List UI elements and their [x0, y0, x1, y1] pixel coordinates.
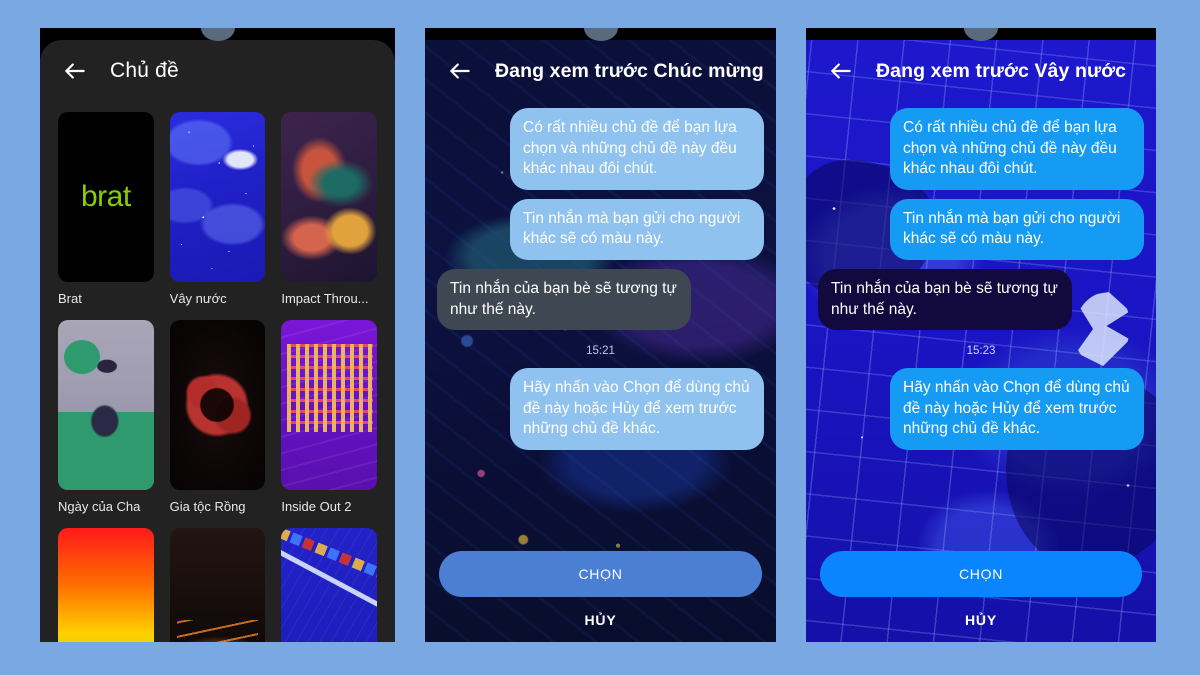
celebrate-chat-header: Đang xem trước Chúc mừng	[425, 40, 776, 102]
theme-cell-gradient[interactable]	[58, 528, 154, 642]
theme-picker-header: Chủ đề	[40, 40, 395, 102]
theme-cell-flags[interactable]	[281, 528, 377, 642]
water-message-list: Có rất nhiều chủ đề để bạn lựa chọn và n…	[806, 102, 1156, 451]
theme-label: Ngày của Cha	[58, 499, 141, 514]
theme-thumbnail-impact[interactable]	[281, 112, 377, 282]
theme-cell-inside-out-2[interactable]: Inside Out 2	[281, 320, 377, 514]
theme-cell-ngay-cua-cha[interactable]: Ngày của Cha	[58, 320, 154, 514]
theme-label: Gia tộc Rồng	[169, 499, 246, 514]
preview-title: Đang xem trước Vây nước	[876, 59, 1127, 82]
theme-thumbnail-gradient[interactable]	[58, 528, 154, 642]
theme-grid: brat Brat Vây nước Impact Throu... Ngày …	[40, 102, 395, 642]
brat-wordmark: brat	[80, 180, 131, 213]
status-bar	[425, 28, 776, 41]
message-bubble-incoming: Tin nhắn của bạn bè sẽ tương tự như thế …	[437, 269, 691, 331]
preview-title: Đang xem trước Chúc mừng	[495, 59, 764, 82]
message-bubble-outgoing: Tin nhắn mà bạn gửi cho người khác sẽ có…	[890, 198, 1144, 261]
theme-thumbnail-vay-nuoc[interactable]	[169, 112, 266, 282]
theme-thumbnail-ngay-cua-cha[interactable]	[58, 320, 154, 490]
theme-picker-screen: Chủ đề brat Brat Vây nước Impact Throu..…	[40, 40, 395, 642]
message-bubble-outgoing: Có rất nhiều chủ đề để bạn lựa chọn và n…	[890, 108, 1144, 190]
theme-label: Vây nước	[169, 291, 227, 306]
theme-cell-dark-tech[interactable]	[169, 528, 266, 642]
dragon-sigil-icon	[173, 361, 262, 449]
message-bubble-incoming: Tin nhắn của bạn bè sẽ tương tự như thế …	[818, 269, 1072, 331]
theme-thumbnail-dark-tech[interactable]	[169, 528, 266, 642]
message-bubble-outgoing: Hãy nhấn vào Chọn để dùng chủ đề này hoặ…	[890, 368, 1144, 451]
theme-label: Impact Throu...	[281, 291, 369, 306]
message-bubble-outgoing: Tin nhắn mà bạn gửi cho người khác sẽ có…	[510, 198, 764, 261]
water-action-bar: CHỌN HỦY	[806, 551, 1156, 632]
theme-cell-brat[interactable]: brat Brat	[58, 112, 154, 306]
theme-label: Brat	[58, 291, 82, 306]
theme-thumbnail-brat[interactable]: brat	[58, 112, 154, 282]
message-bubble-outgoing: Hãy nhấn vào Chọn để dùng chủ đề này hoặ…	[510, 368, 764, 451]
water-chat-header: Đang xem trước Vây nước	[806, 40, 1156, 102]
theme-picker-phone: Chủ đề brat Brat Vây nước Impact Throu..…	[40, 28, 395, 642]
back-arrow-icon[interactable]	[447, 58, 473, 84]
message-bubble-outgoing: Có rất nhiều chủ đề để bạn lựa chọn và n…	[510, 108, 764, 190]
message-timestamp: 15:23	[966, 345, 996, 358]
celebrate-preview-phone: Đang xem trước Chúc mừng Có rất nhiều ch…	[425, 28, 776, 642]
theme-cell-vay-nuoc[interactable]: Vây nước	[169, 112, 266, 306]
choose-theme-button[interactable]: CHỌN	[439, 551, 762, 597]
message-timestamp: 15:21	[586, 345, 615, 358]
celebrate-chat-screen: Đang xem trước Chúc mừng Có rất nhiều ch…	[425, 40, 776, 642]
father-illustration	[79, 354, 135, 477]
water-chat-screen: Đang xem trước Vây nước Có rất nhiều chủ…	[806, 40, 1156, 642]
celebrate-message-list: Có rất nhiều chủ đề để bạn lựa chọn và n…	[425, 102, 776, 451]
celebrate-action-bar: CHỌN HỦY	[425, 551, 776, 632]
back-arrow-icon[interactable]	[828, 58, 854, 84]
cancel-button[interactable]: HỦY	[959, 611, 1003, 632]
theme-label: Inside Out 2	[281, 499, 352, 514]
status-bar	[806, 28, 1156, 41]
theme-cell-gia-toc-rong[interactable]: Gia tộc Rồng	[169, 320, 266, 514]
back-arrow-icon[interactable]	[62, 58, 88, 84]
front-camera-icon	[964, 28, 998, 41]
front-camera-icon	[200, 28, 235, 41]
cancel-button[interactable]: HỦY	[579, 611, 623, 632]
status-bar	[40, 28, 395, 41]
water-preview-phone: Đang xem trước Vây nước Có rất nhiều chủ…	[806, 28, 1156, 642]
choose-theme-button[interactable]: CHỌN	[820, 551, 1142, 597]
page-title: Chủ đề	[110, 59, 179, 82]
front-camera-icon	[583, 28, 618, 41]
theme-cell-impact[interactable]: Impact Throu...	[281, 112, 377, 306]
theme-thumbnail-inside-out-2[interactable]	[281, 320, 377, 490]
theme-thumbnail-gia-toc-rong[interactable]	[169, 320, 266, 490]
theme-thumbnail-flags[interactable]	[281, 528, 377, 642]
